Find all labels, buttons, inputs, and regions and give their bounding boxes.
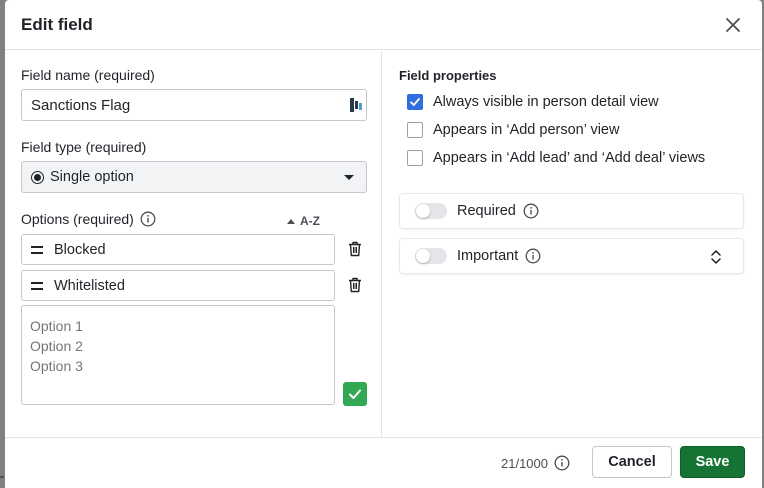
edit-field-dialog: Edit field Field name (required) Field t… [5,0,762,488]
background-fragment [0,476,4,478]
field-name-input[interactable] [21,89,367,121]
checkbox[interactable] [407,94,423,110]
important-toggle[interactable] [415,248,447,264]
required-label: Required [457,203,516,219]
sort-az-label: A-Z [300,214,320,228]
chevron-down-icon [344,175,354,180]
input-extension-icon[interactable] [350,98,363,112]
check-icon [349,389,361,399]
trash-icon[interactable] [348,277,362,293]
important-toggle-card: Important [399,238,744,274]
field-settings-panel: Field name (required) Field type (requir… [5,51,382,437]
info-icon[interactable] [140,211,156,227]
checkbox-label: Appears in ‘Add person’ view [433,122,620,138]
sort-up-icon [287,218,295,224]
close-icon[interactable] [723,15,743,35]
required-toggle[interactable] [415,203,447,219]
drag-handle-icon[interactable] [31,245,43,254]
required-toggle-card: Required [399,193,744,229]
dialog-title: Edit field [21,15,93,34]
checkbox[interactable] [407,150,423,166]
dialog-header: Edit field [5,0,762,50]
expand-collapse-icon[interactable] [709,249,723,265]
info-icon[interactable] [523,203,539,219]
option-item[interactable]: Blocked [21,234,335,265]
field-type-label: Field type (required) [21,139,147,155]
drag-handle-icon[interactable] [31,281,43,290]
checkbox-always-visible[interactable]: Always visible in person detail view [407,94,659,110]
options-label-row: Options (required) [21,211,156,227]
field-type-select[interactable]: Single option [21,161,367,193]
option-label: Blocked [54,241,106,258]
checkbox-label: Appears in ‘Add lead’ and ‘Add deal’ vie… [433,150,706,166]
important-label: Important [457,248,519,264]
option-item[interactable]: Whitelisted [21,270,335,301]
checkbox[interactable] [407,122,423,138]
option-label: Whitelisted [54,277,125,294]
check-icon [410,98,420,106]
new-options-textarea[interactable] [21,305,335,405]
sort-az-button[interactable]: A-Z [287,214,320,228]
dialog-footer: 21/1000 Cancel Save [5,437,762,488]
cancel-button[interactable]: Cancel [592,446,672,478]
checkbox-label: Always visible in person detail view [433,94,659,110]
field-type-value: Single option [50,169,134,185]
single-option-icon [31,170,44,184]
character-counter: 21/1000 [501,455,570,471]
save-button[interactable]: Save [680,446,745,478]
info-icon[interactable] [525,248,541,264]
confirm-options-button[interactable] [343,382,367,406]
checkbox-add-lead-deal[interactable]: Appears in ‘Add lead’ and ‘Add deal’ vie… [407,150,705,166]
field-properties-panel: Field properties Always visible in perso… [383,51,762,437]
field-name-label: Field name (required) [21,67,155,83]
checkbox-add-person[interactable]: Appears in ‘Add person’ view [407,122,619,138]
field-properties-heading: Field properties [399,68,497,83]
info-icon[interactable] [554,455,570,471]
counter-value: 21/1000 [501,455,548,471]
trash-icon[interactable] [348,241,362,257]
options-label: Options (required) [21,211,134,227]
